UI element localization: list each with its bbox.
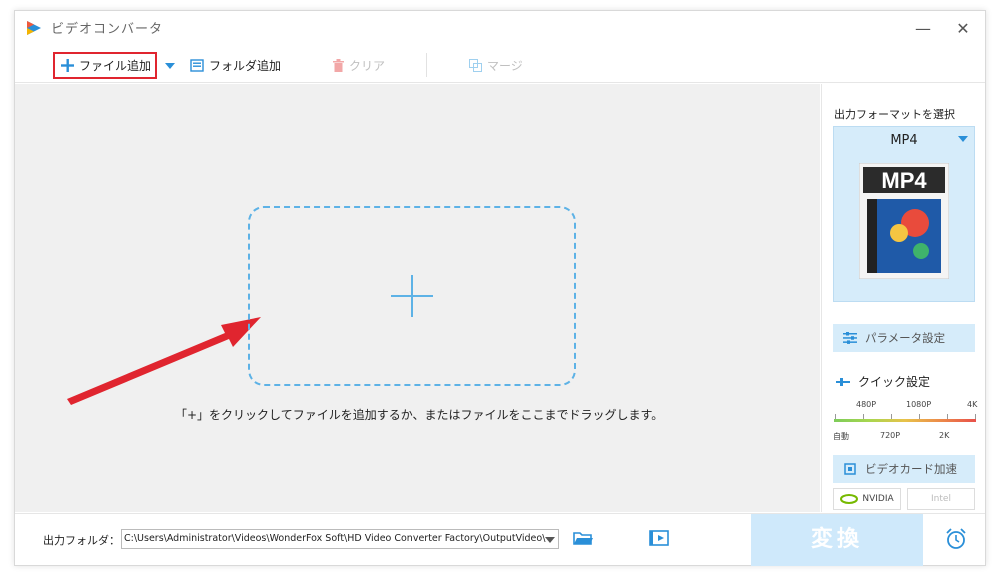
clear-button[interactable]: クリア bbox=[333, 53, 385, 77]
quality-label-1080p: 1080P bbox=[906, 400, 932, 409]
gpu-acceleration-button[interactable]: ビデオカード加速 bbox=[833, 455, 975, 483]
clear-label: クリア bbox=[349, 58, 386, 73]
output-settings-panel: 出力フォーマットを選択 MP4 MP4 パラメータ設定 クイック設定 480P … bbox=[821, 84, 985, 512]
merge-button[interactable]: マージ bbox=[469, 53, 523, 77]
plus-icon bbox=[61, 59, 74, 72]
video-folder-icon[interactable] bbox=[649, 530, 669, 546]
parameter-settings-label: パラメータ設定 bbox=[865, 331, 946, 345]
quality-label-480p: 480P bbox=[856, 400, 877, 409]
alarm-clock-icon[interactable] bbox=[945, 528, 967, 550]
parameter-settings-button[interactable]: パラメータ設定 bbox=[833, 324, 975, 352]
drop-hint-text: 「+」をクリックしてファイルを追加するか、またはファイルをここまでドラッグします… bbox=[175, 408, 664, 422]
quality-label-auto: 自動 bbox=[833, 432, 849, 441]
toolbar-divider bbox=[426, 53, 427, 77]
nvidia-badge[interactable]: NVIDIA bbox=[833, 488, 901, 510]
open-folder-icon[interactable] bbox=[573, 530, 593, 546]
intel-badge[interactable]: Intel bbox=[907, 488, 975, 510]
app-window: ビデオコンバータ — ✕ ファイル追加 フォルダ追加 クリア マージ 「+」をク… bbox=[14, 10, 986, 566]
red-arrow-annotation bbox=[67, 317, 261, 405]
toolbar: ファイル追加 フォルダ追加 クリア マージ bbox=[15, 47, 985, 83]
add-folder-label: フォルダ追加 bbox=[209, 58, 282, 73]
quick-settings-title: クイック設定 bbox=[836, 373, 930, 390]
merge-icon bbox=[469, 58, 482, 72]
slider-icon bbox=[836, 377, 850, 386]
svg-text:MP4: MP4 bbox=[881, 168, 927, 193]
format-name: MP4 bbox=[890, 133, 918, 148]
output-folder-label: 出力フォルダ： bbox=[43, 534, 120, 547]
output-path-dropdown-icon[interactable] bbox=[545, 537, 555, 543]
format-selector[interactable]: MP4 MP4 bbox=[833, 126, 975, 302]
quality-label-720p: 720P bbox=[880, 431, 901, 440]
gpu-acceleration-label: ビデオカード加速 bbox=[865, 462, 957, 476]
close-button[interactable]: ✕ bbox=[951, 17, 975, 41]
output-folder-path[interactable]: C:\Users\Administrator\Videos\WonderFox … bbox=[121, 529, 559, 549]
format-dropdown-icon bbox=[958, 136, 968, 142]
add-file-dropzone[interactable] bbox=[248, 206, 576, 386]
folder-icon bbox=[190, 58, 204, 72]
add-file-label: ファイル追加 bbox=[79, 59, 152, 73]
file-drop-area[interactable]: 「+」をクリックしてファイルを追加するか、またはファイルをここまでドラッグします… bbox=[15, 84, 820, 512]
window-title: ビデオコンバータ bbox=[51, 22, 164, 37]
sliders-icon bbox=[843, 332, 857, 344]
chip-icon bbox=[843, 462, 857, 476]
quality-label-2k: 2K bbox=[939, 431, 950, 440]
quality-slider[interactable] bbox=[834, 419, 976, 422]
add-file-dropdown[interactable] bbox=[165, 53, 175, 77]
minimize-button[interactable]: — bbox=[911, 17, 935, 41]
merge-label: マージ bbox=[487, 58, 523, 73]
app-logo-icon bbox=[27, 21, 41, 35]
nvidia-eye-icon bbox=[840, 494, 859, 504]
add-file-button[interactable]: ファイル追加 bbox=[53, 52, 157, 79]
add-folder-button[interactable]: フォルダ追加 bbox=[190, 53, 281, 77]
trash-icon bbox=[333, 58, 344, 72]
bottom-bar: 出力フォルダ： C:\Users\Administrator\Videos\Wo… bbox=[15, 513, 985, 566]
convert-button[interactable]: 変換 bbox=[751, 514, 923, 566]
format-title: 出力フォーマットを選択 bbox=[834, 108, 955, 121]
mp4-format-icon: MP4 bbox=[859, 163, 949, 279]
chevron-down-icon bbox=[165, 58, 175, 72]
title-bar: ビデオコンバータ — ✕ bbox=[15, 11, 985, 47]
quality-label-4k: 4K bbox=[967, 400, 978, 409]
